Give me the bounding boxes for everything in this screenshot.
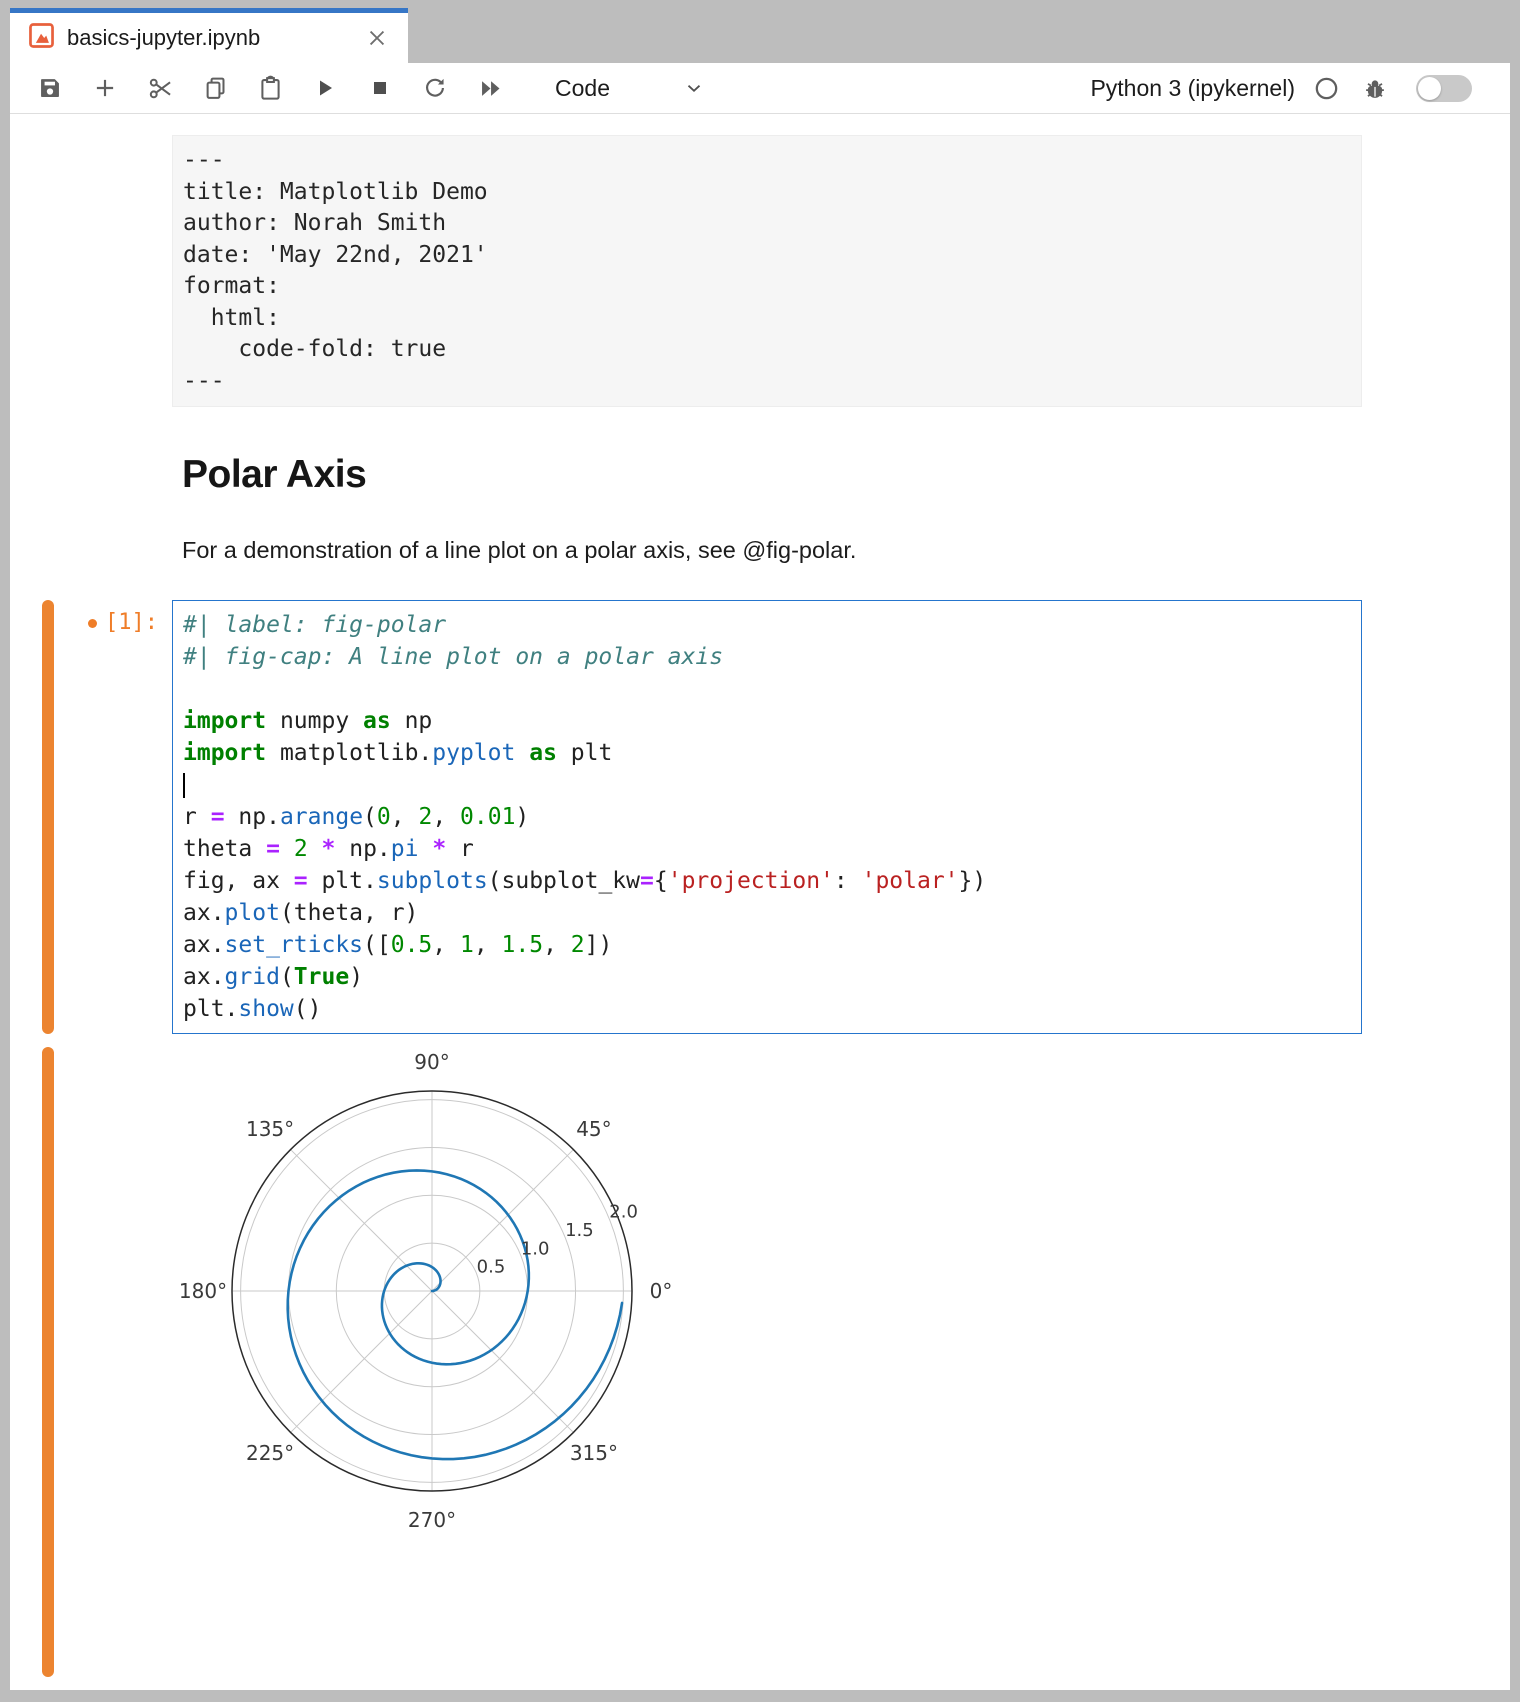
code-line: import numpy as np	[183, 705, 1361, 737]
raw-line: title: Matplotlib Demo	[183, 177, 1361, 209]
raw-line: code-fold: true	[183, 334, 1361, 366]
plus-icon	[92, 75, 118, 101]
code-line	[183, 769, 1361, 801]
chevron-down-icon	[683, 77, 705, 99]
code-editor[interactable]: #| label: fig-polar#| fig-cap: A line pl…	[172, 600, 1362, 1034]
polar-plot: 0° 45° 90° 135° 180° 225° 270° 315° 0.5 1.0 1.5 2.0	[180, 1047, 700, 1557]
code-line: ax.set_rticks([0.5, 1, 1.5, 2])	[183, 929, 1361, 961]
kernel-status-icon	[1313, 75, 1340, 102]
stop-icon	[368, 76, 392, 100]
raw-line: ---	[183, 145, 1361, 177]
raw-line: html:	[183, 303, 1361, 335]
angle-tick-label: 0°	[650, 1279, 673, 1303]
code-line: plt.show()	[183, 993, 1361, 1025]
code-line: r = np.arange(0, 2, 0.01)	[183, 801, 1361, 833]
modified-dot	[88, 619, 97, 628]
angle-tick-label: 315°	[570, 1441, 618, 1465]
code-line: #| label: fig-polar	[183, 609, 1361, 641]
run-icon	[313, 76, 337, 100]
cell-type-value: Code	[555, 75, 610, 102]
debugger-button[interactable]	[1362, 75, 1388, 101]
run-button[interactable]	[307, 70, 343, 106]
code-cell: [1]: #| label: fig-polar#| fig-cap: A li…	[10, 600, 1510, 1034]
angle-tick-label: 180°	[180, 1279, 227, 1303]
angle-tick-label: 225°	[246, 1441, 294, 1465]
markdown-heading: Polar Axis	[172, 453, 1362, 497]
angle-tick-label: 90°	[414, 1050, 449, 1074]
cell-output: 0° 45° 90° 135° 180° 225° 270° 315° 0.5 1.0 1.5 2.0	[10, 1047, 1510, 1683]
markdown-paragraph: For a demonstration of a line plot on a …	[172, 537, 1362, 564]
tab-title: basics-jupyter.ipynb	[67, 25, 364, 51]
cut-button[interactable]	[142, 70, 178, 106]
toggle-switch[interactable]	[1416, 75, 1472, 102]
restart-kernel-button[interactable]	[417, 70, 453, 106]
radial-tick-label: 2.0	[609, 1202, 638, 1223]
raw-cell-editor[interactable]: ---title: Matplotlib Demoauthor: Norah S…	[172, 135, 1362, 407]
notebook-tab[interactable]: basics-jupyter.ipynb	[10, 8, 408, 63]
kernel-name[interactable]: Python 3 (ipykernel)	[1090, 75, 1295, 102]
code-line: import matplotlib.pyplot as plt	[183, 737, 1361, 769]
code-line: ax.plot(theta, r)	[183, 897, 1361, 929]
copy-icon	[202, 75, 229, 102]
toggle-knob	[1418, 77, 1441, 100]
jupyterlab-window: basics-jupyter.ipynb	[0, 0, 1520, 1702]
cell-type-dropdown[interactable]: Code	[555, 75, 705, 102]
tab-bar: basics-jupyter.ipynb	[10, 0, 1510, 63]
add-cell-button[interactable]	[87, 70, 123, 106]
paste-icon	[257, 75, 284, 102]
execution-prompt: [1]:	[10, 610, 158, 635]
raw-line: author: Norah Smith	[183, 208, 1361, 240]
polar-plot-figure: 0° 45° 90° 135° 180° 225° 270° 315° 0.5 1.0 1.5 2.0	[180, 1047, 1510, 1562]
save-icon	[37, 75, 63, 101]
angle-tick-label: 45°	[576, 1117, 611, 1141]
code-line: ax.grid(True)	[183, 961, 1361, 993]
output-collapser[interactable]	[42, 1047, 54, 1677]
bug-icon	[1362, 75, 1388, 101]
restart-run-all-button[interactable]	[472, 70, 508, 106]
raw-line: format:	[183, 271, 1361, 303]
code-line: theta = 2 * np.pi * r	[183, 833, 1361, 865]
angle-tick-label: 135°	[246, 1117, 294, 1141]
stop-button[interactable]	[362, 70, 398, 106]
radial-tick-label: 0.5	[477, 1257, 506, 1278]
cut-icon	[147, 75, 174, 102]
save-button[interactable]	[32, 70, 68, 106]
raw-line: date: 'May 22nd, 2021'	[183, 240, 1361, 272]
code-line	[183, 673, 1361, 705]
angle-tick-label: 270°	[408, 1508, 456, 1532]
spiral-line	[288, 1170, 622, 1459]
copy-button[interactable]	[197, 70, 233, 106]
fast-forward-icon	[477, 75, 504, 102]
text-cursor	[183, 773, 185, 798]
notebook-toolbar: Code Python 3 (ipykernel)	[10, 63, 1510, 114]
paste-button[interactable]	[252, 70, 288, 106]
radial-tick-label: 1.0	[521, 1238, 550, 1259]
code-line: fig, ax = plt.subplots(subplot_kw={'proj…	[183, 865, 1361, 897]
notebook-file-icon	[28, 22, 55, 54]
close-icon[interactable]	[364, 25, 390, 51]
restart-icon	[422, 75, 448, 101]
raw-line: ---	[183, 366, 1361, 398]
notebook-area: ---title: Matplotlib Demoauthor: Norah S…	[10, 114, 1510, 1690]
input-collapser[interactable]	[42, 600, 54, 1034]
radial-tick-label: 1.5	[565, 1220, 594, 1241]
code-line: #| fig-cap: A line plot on a polar axis	[183, 641, 1361, 673]
